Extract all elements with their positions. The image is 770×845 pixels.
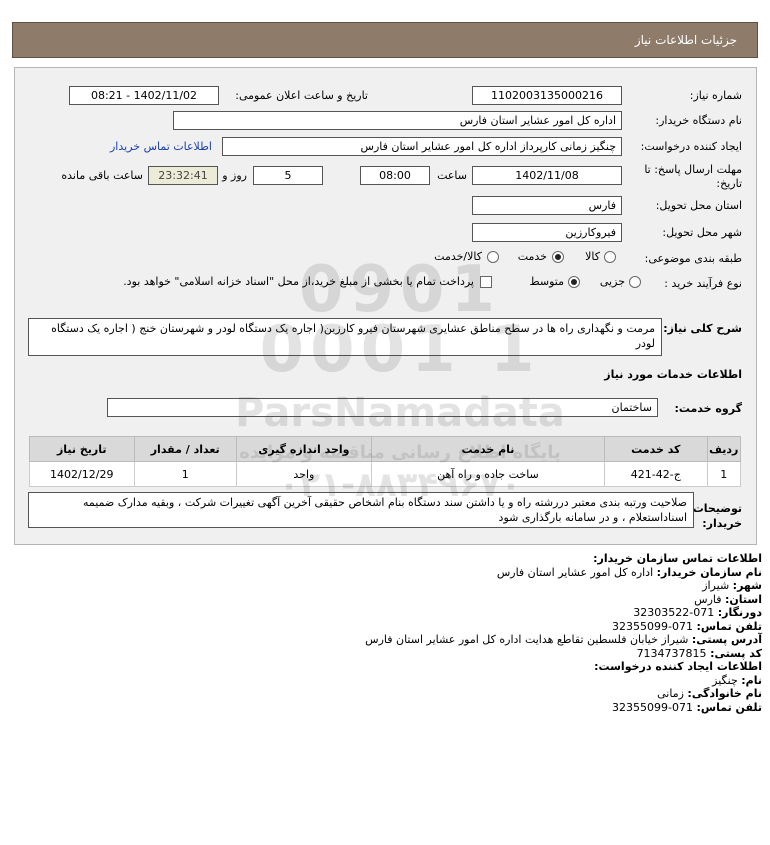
remaining-label: ساعت باقی مانده [61, 169, 143, 182]
creator-label: ایجاد کننده درخواست: [640, 140, 742, 153]
category-radio-goods-service[interactable] [487, 251, 499, 263]
process-radio-minor[interactable] [629, 276, 641, 288]
process-label: نوع فرآیند خرید : [664, 277, 742, 290]
creator-info-title: اطلاعات ایجاد کننده درخواست: [594, 660, 762, 673]
col-need-date: تاریخ نیاز [29, 436, 135, 462]
contact-fax-label: دورنگار: [717, 606, 762, 619]
contact-phone: 071-32355099 [612, 619, 694, 633]
deadline-date-field: 1402/11/08 [472, 166, 622, 185]
contact-org: اداره کل امور عشایر استان فارس [496, 565, 654, 579]
process-option-medium: متوسط [529, 275, 564, 288]
buyer-org-label: نام دستگاه خریدار: [655, 114, 742, 127]
table-row: 1 ج-42-421 ساخت جاده و راه آهن واحد 1 14… [29, 461, 742, 487]
days-field: 5 [253, 166, 323, 185]
col-unit: واحد اندازه گیری [235, 436, 372, 462]
col-row-number: ردیف [706, 436, 742, 462]
treasury-payment-note: پرداخت تمام یا بخشی از مبلغ خرید،از محل … [123, 275, 474, 288]
process-option-minor: جزیی [599, 275, 625, 288]
contact-province: فارس [694, 592, 722, 606]
creator-name: چنگیز [712, 673, 738, 687]
city-field: فیروکارزین [472, 223, 622, 242]
contact-postal: 7134737815 [636, 646, 707, 660]
remaining-time-field: 23:32:41 [148, 166, 218, 185]
need-number-field: 1102003135000216 [472, 86, 622, 105]
contact-city-label: شهر: [732, 579, 762, 592]
contact-postal-label: کد پستی: [710, 646, 762, 660]
col-service-name: نام خدمت [370, 436, 606, 462]
category-label: طبقه بندی موضوعی: [644, 252, 742, 265]
services-table: ردیف کد خدمت نام خدمت واحد اندازه گیری ت… [29, 436, 742, 487]
cell-need-date: 1402/12/29 [29, 461, 135, 487]
contact-province-label: استان: [725, 592, 762, 606]
creator-field: چنگیز زمانی کارپرداز اداره کل امور عشایر… [222, 137, 622, 156]
announce-label: تاریخ و ساعت اعلان عمومی: [235, 89, 368, 102]
deadline-label: مهلت ارسال پاسخ: تا [644, 163, 742, 176]
province-label: استان محل تحویل: [655, 199, 742, 212]
creator-phone: 071-32355099 [612, 700, 694, 714]
contact-address-label: آدرس پستی: [691, 633, 762, 646]
cell-service-code: ج-42-421 [604, 461, 708, 487]
cell-quantity: 1 [133, 461, 237, 487]
buyer-contact-link[interactable]: اطلاعات تماس خریدار [110, 140, 212, 153]
cell-row-number: 1 [706, 461, 742, 487]
cell-service-name: ساخت جاده و راه آهن [370, 461, 606, 487]
contact-city: شیراز [702, 579, 730, 592]
deadline-date-label: تاریخ: [716, 177, 742, 190]
creator-family: زمانی [657, 687, 684, 700]
creator-name-label: نام: [741, 673, 762, 687]
page-title: جزئیات اطلاعات نیاز [634, 33, 737, 47]
need-number-label: شماره نیاز: [689, 89, 742, 102]
cell-unit: واحد [235, 461, 372, 487]
deadline-time-field: 08:00 [360, 166, 430, 185]
description-text: مرمت و نگهداری راه ها در سطح مناطق عشایر… [28, 318, 662, 356]
buyer-org-field: اداره کل امور عشایر استان فارس [173, 111, 622, 130]
col-service-code: کد خدمت [604, 436, 708, 462]
process-radio-medium[interactable] [568, 276, 580, 288]
contact-address: شیراز خیابان فلسطین تقاطع هدایت اداره کل… [365, 633, 689, 646]
contact-title: اطلاعات تماس سازمان خریدار: [593, 552, 762, 565]
buyer-notes-text: صلاحیت ورتبه بندی معتبر دررشته راه و یا … [28, 492, 694, 528]
category-option-goods-service: کالا/خدمت [434, 250, 482, 263]
category-radio-service[interactable] [552, 251, 564, 263]
contact-org-label: نام سازمان خریدار: [656, 565, 762, 579]
contact-fax: 071-32303522 [633, 606, 715, 619]
treasury-payment-checkbox[interactable] [480, 276, 492, 288]
table-header-row: ردیف کد خدمت نام خدمت واحد اندازه گیری ت… [29, 436, 742, 462]
category-option-goods: کالا [585, 250, 600, 263]
creator-family-label: نام خانوادگی: [687, 687, 762, 700]
service-group-label: گروه خدمت: [674, 402, 742, 415]
province-field: فارس [472, 196, 622, 215]
buyer-notes-label: توضیحات خریدار: [692, 502, 742, 530]
creator-phone-label: تلفن تماس: [696, 700, 762, 714]
contact-info: اطلاعات تماس سازمان خریدار: نام سازمان خ… [2, 552, 762, 714]
announce-date-field: 1402/11/02 - 08:21 [69, 86, 219, 105]
days-label: روز و [222, 169, 247, 182]
description-label: شرح کلی نیاز: [663, 322, 742, 335]
contact-phone-label: تلفن تماس: [696, 619, 762, 633]
city-label: شهر محل تحویل: [662, 226, 742, 239]
services-section-title: اطلاعات خدمات مورد نیاز [604, 368, 742, 381]
col-quantity: تعداد / مقدار [133, 436, 237, 462]
page-header: جزئیات اطلاعات نیاز [12, 22, 758, 58]
category-radio-goods[interactable] [604, 251, 616, 263]
time-label: ساعت [437, 169, 467, 182]
service-group-field: ساختمان [107, 398, 658, 417]
category-option-service: خدمت [517, 250, 547, 263]
